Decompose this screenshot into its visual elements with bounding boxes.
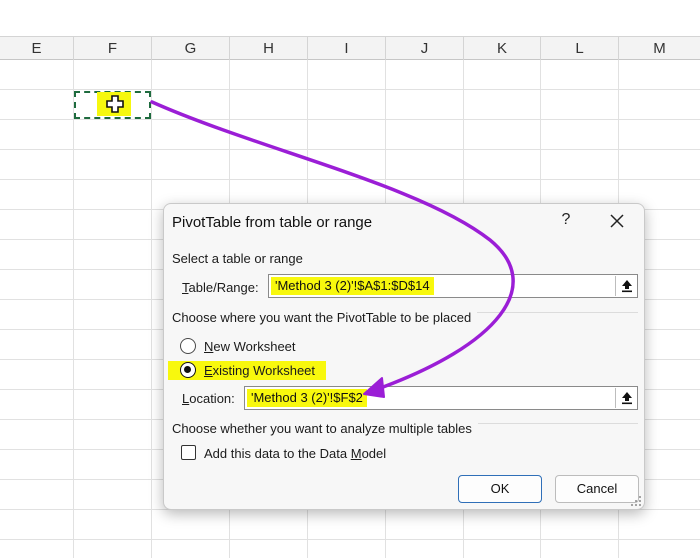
pivottable-dialog: PivotTable from table or range ? Select … xyxy=(163,203,645,510)
location-value: 'Method 3 (2)'!$F$2 xyxy=(247,389,367,407)
gridline xyxy=(0,89,700,90)
column-header-i[interactable]: I xyxy=(308,37,386,60)
collapse-dialog-icon xyxy=(622,392,632,405)
close-icon[interactable] xyxy=(606,210,628,232)
new-worksheet-accelerator: N xyxy=(204,339,214,354)
gridline xyxy=(151,60,152,558)
column-header-f[interactable]: F xyxy=(74,37,152,60)
new-worksheet-radio[interactable] xyxy=(180,338,196,354)
data-model-label-post: odel xyxy=(361,446,387,461)
column-header-m[interactable]: M xyxy=(619,37,700,60)
gridline xyxy=(0,179,700,180)
cancel-button[interactable]: Cancel xyxy=(555,475,639,503)
new-worksheet-label-text: ew Worksheet xyxy=(213,339,296,354)
location-label-text: ocation: xyxy=(189,391,235,406)
location-label: Location: xyxy=(182,391,235,406)
existing-worksheet-label[interactable]: Existing Worksheet xyxy=(204,363,315,378)
column-header-h[interactable]: H xyxy=(230,37,308,60)
table-range-label: Table/Range: xyxy=(182,280,259,295)
resize-grip-icon[interactable] xyxy=(630,495,642,507)
table-range-label-text: able/Range: xyxy=(188,280,259,295)
column-header-g[interactable]: G xyxy=(152,37,230,60)
gridline xyxy=(0,539,700,540)
gridline xyxy=(73,60,74,558)
existing-worksheet-label-text: xisting Worksheet xyxy=(212,363,316,378)
table-range-value: 'Method 3 (2)'!$A$1:$D$14 xyxy=(271,277,434,295)
column-header-k[interactable]: K xyxy=(464,37,541,60)
move-cursor-icon xyxy=(106,95,124,113)
section-placement: Choose where you want the PivotTable to … xyxy=(172,310,478,325)
data-model-label-pre: Add this data to the Data xyxy=(204,446,351,461)
location-collapse-button[interactable] xyxy=(615,388,637,408)
column-header-row: E F G H I J K L M xyxy=(0,36,700,60)
help-button[interactable]: ? xyxy=(556,211,576,229)
data-model-checkbox[interactable] xyxy=(181,445,196,460)
column-header-e[interactable]: E xyxy=(0,37,74,60)
section-select-range: Select a table or range xyxy=(172,251,303,266)
ok-button[interactable]: OK xyxy=(458,475,542,503)
location-input[interactable]: 'Method 3 (2)'!$F$2 xyxy=(244,386,638,410)
data-model-accelerator: M xyxy=(350,446,362,461)
gridline xyxy=(0,119,700,120)
data-model-label[interactable]: Add this data to the Data Model xyxy=(204,446,386,461)
section-multiple-tables: Choose whether you want to analyze multi… xyxy=(172,421,478,436)
new-worksheet-label[interactable]: New Worksheet xyxy=(204,339,296,354)
column-header-l[interactable]: L xyxy=(541,37,619,60)
gridline xyxy=(0,149,700,150)
column-header-j[interactable]: J xyxy=(386,37,464,60)
dialog-title: PivotTable from table or range xyxy=(172,214,373,231)
existing-worksheet-radio[interactable] xyxy=(180,362,196,378)
table-range-input[interactable]: 'Method 3 (2)'!$A$1:$D$14 xyxy=(268,274,638,298)
ribbon-gap xyxy=(0,0,700,36)
collapse-dialog-icon xyxy=(622,280,632,293)
table-range-collapse-button[interactable] xyxy=(615,276,637,296)
existing-worksheet-accelerator: E xyxy=(204,363,213,378)
